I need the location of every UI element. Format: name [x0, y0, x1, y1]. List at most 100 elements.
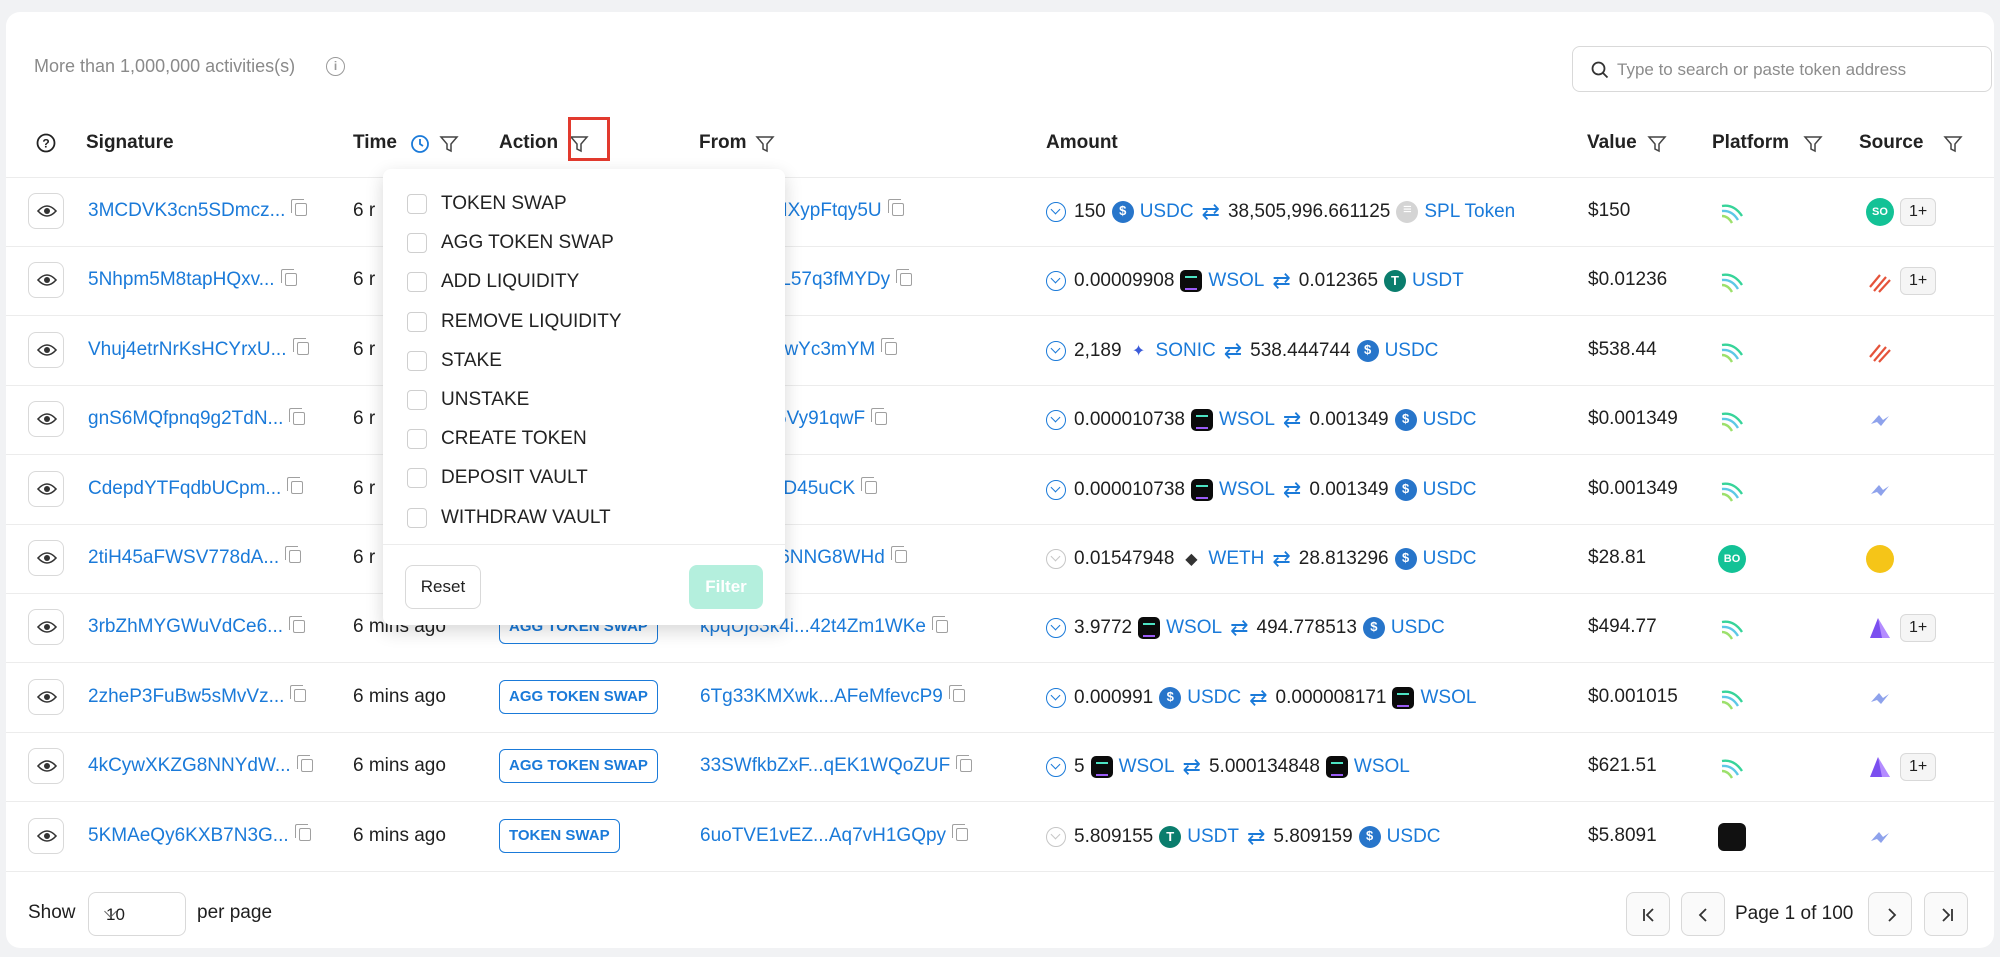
- view-button[interactable]: [28, 609, 64, 646]
- token-out-link[interactable]: USDT: [1412, 270, 1464, 292]
- next-page-button[interactable]: [1868, 892, 1912, 936]
- view-button[interactable]: [28, 470, 64, 507]
- table-row[interactable]: 2zheP3FuBw5sMvVz... 6 mins ago AGG TOKEN S…: [6, 664, 1994, 733]
- action-badge[interactable]: TOKEN SWAP: [499, 818, 620, 853]
- table-row[interactable]: Vhuj4etrNrKsHCYrxU... 6 r VMz...NrgwYc3mYM…: [6, 317, 1994, 386]
- signature-link[interactable]: 2tiH45aFWSV778dA...: [88, 546, 302, 569]
- value-filter-icon[interactable]: [1647, 134, 1667, 154]
- token-in-link[interactable]: USDC: [1187, 687, 1241, 709]
- token-out-link[interactable]: USDC: [1387, 826, 1441, 848]
- signature-link[interactable]: Vhuj4etrNrKsHCYrxU...: [88, 338, 309, 361]
- signature-link[interactable]: 5Nhpm5M8tapHQxv...: [88, 268, 297, 291]
- copy-icon[interactable]: [952, 824, 969, 842]
- copy-icon[interactable]: [294, 824, 311, 842]
- from-link[interactable]: 6Tg33KMXwk...AFeMfevcP9: [700, 685, 965, 708]
- chevron-down-icon[interactable]: [1046, 826, 1066, 847]
- token-out-link[interactable]: SPL Token: [1424, 201, 1515, 223]
- token-in-link[interactable]: SONIC: [1156, 340, 1216, 362]
- token-out-link[interactable]: USDC: [1385, 340, 1439, 362]
- chevron-down-icon[interactable]: [1046, 757, 1066, 778]
- from-filter-icon[interactable]: [755, 134, 775, 154]
- source-logo-icon[interactable]: [1866, 267, 1894, 295]
- copy-icon[interactable]: [289, 615, 306, 633]
- copy-icon[interactable]: [956, 754, 973, 772]
- filter-option[interactable]: AGG TOKEN SWAP: [407, 229, 614, 257]
- help-icon[interactable]: ?: [36, 133, 56, 153]
- checkbox[interactable]: [407, 507, 427, 528]
- chevron-down-icon[interactable]: [1046, 618, 1066, 639]
- platform-logo-icon[interactable]: [1718, 684, 1746, 712]
- more-sources-badge[interactable]: 1+: [1900, 267, 1937, 296]
- copy-icon[interactable]: [290, 685, 307, 703]
- signature-link[interactable]: 3MCDVK3cn5SDmcz...: [88, 199, 308, 222]
- search-box[interactable]: [1572, 46, 1992, 92]
- source-filter-icon[interactable]: [1943, 134, 1963, 154]
- copy-icon[interactable]: [948, 685, 965, 703]
- copy-icon[interactable]: [871, 407, 888, 425]
- platform-logo-icon[interactable]: [1718, 753, 1746, 781]
- signature-link[interactable]: gnS6MQfpnq9g2TdN...: [88, 407, 306, 430]
- copy-icon[interactable]: [887, 199, 904, 217]
- source-logo-icon[interactable]: [1866, 337, 1894, 365]
- filter-option[interactable]: CREATE TOKEN: [407, 425, 587, 453]
- copy-icon[interactable]: [291, 199, 308, 217]
- checkbox[interactable]: [407, 429, 427, 450]
- checkbox[interactable]: [407, 233, 427, 254]
- table-row[interactable]: CdepdYTFqdbUCpm...6 rJHk...xcfpD45uCK0.0…: [6, 456, 1994, 525]
- source-logo-icon[interactable]: [1866, 684, 1894, 712]
- token-in-link[interactable]: WSOL: [1119, 756, 1175, 778]
- platform-avatar[interactable]: BO: [1718, 545, 1746, 573]
- source-logo-icon[interactable]: [1866, 614, 1894, 642]
- last-page-button[interactable]: [1924, 892, 1968, 936]
- clock-icon[interactable]: [410, 134, 430, 154]
- token-in-link[interactable]: WSOL: [1208, 270, 1264, 292]
- table-row[interactable]: 3rbZhMYGWuVdCe6... 6 mins ago AGG TOKEN SW…: [6, 594, 1994, 664]
- platform-filter-icon[interactable]: [1803, 134, 1823, 154]
- table-row[interactable]: gnS6MQfpnq9g2TdN...6 roEu...7M5Vy91qwF0.…: [6, 386, 1994, 456]
- copy-icon[interactable]: [285, 546, 302, 564]
- platform-logo-icon[interactable]: [1718, 822, 1746, 851]
- platform-logo-icon[interactable]: [1718, 406, 1746, 434]
- token-in-link[interactable]: WSOL: [1219, 479, 1275, 501]
- copy-icon[interactable]: [861, 477, 878, 495]
- signature-link[interactable]: 2zheP3FuBw5sMvVz...: [88, 685, 307, 708]
- filter-option[interactable]: WITHDRAW VAULT: [407, 504, 611, 532]
- view-button[interactable]: [28, 678, 64, 715]
- filter-option[interactable]: TOKEN SWAP: [407, 190, 567, 218]
- more-sources-badge[interactable]: 1+: [1900, 198, 1937, 226]
- copy-icon[interactable]: [289, 407, 306, 425]
- token-out-link[interactable]: USDC: [1423, 479, 1477, 501]
- copy-icon[interactable]: [881, 338, 898, 356]
- checkbox[interactable]: [407, 194, 427, 214]
- source-logo-icon[interactable]: [1866, 476, 1894, 504]
- chevron-down-icon[interactable]: [1046, 202, 1066, 222]
- token-out-link[interactable]: WSOL: [1420, 687, 1476, 709]
- from-link[interactable]: 6uoTVE1vEZ...Aq7vH1GQpy: [700, 824, 969, 847]
- table-row[interactable]: 3MCDVK3cn5SDmcz... 6 r ukjUac...NXypFtqy5U…: [6, 178, 1994, 247]
- copy-icon[interactable]: [292, 338, 309, 356]
- copy-icon[interactable]: [280, 268, 297, 286]
- signature-link[interactable]: 3rbZhMYGWuVdCe6...: [88, 615, 306, 638]
- view-button[interactable]: [28, 748, 64, 785]
- filter-button[interactable]: Filter: [689, 565, 763, 609]
- signature-link[interactable]: 5KMAeQy6KXB7N3G...: [88, 824, 311, 847]
- token-in-link[interactable]: WSOL: [1219, 409, 1275, 431]
- search-input[interactable]: [1617, 57, 1977, 83]
- info-icon[interactable]: [326, 57, 345, 76]
- action-badge[interactable]: AGG TOKEN SWAP: [499, 749, 658, 784]
- table-row[interactable]: 4kCywXKZG8NNYdW... 6 mins ago AGG TOKEN SW…: [6, 733, 1994, 803]
- chevron-down-icon[interactable]: [1046, 271, 1066, 292]
- token-in-link[interactable]: USDT: [1187, 826, 1239, 848]
- checkbox[interactable]: [407, 390, 427, 410]
- checkbox[interactable]: [407, 272, 427, 293]
- time-filter-icon[interactable]: [439, 134, 459, 154]
- checkbox[interactable]: [407, 468, 427, 489]
- token-in-link[interactable]: WETH: [1208, 548, 1264, 570]
- view-button[interactable]: [28, 193, 64, 229]
- copy-icon[interactable]: [890, 546, 907, 564]
- checkbox[interactable]: [407, 311, 427, 332]
- table-row[interactable]: 5Nhpm5M8tapHQxv... 6 r qG5Sm...L57q3fMYDy 0…: [6, 247, 1994, 317]
- filter-option[interactable]: UNSTAKE: [407, 386, 529, 414]
- from-link[interactable]: 33SWfkbZxF...qEK1WQoZUF: [700, 754, 973, 777]
- token-in-link[interactable]: WSOL: [1166, 617, 1222, 639]
